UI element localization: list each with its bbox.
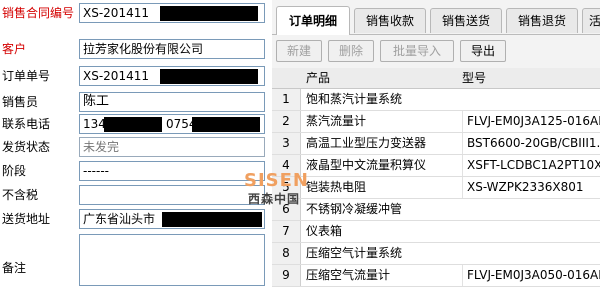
table-row[interactable]: 3高温工业型压力变送器 BST6600-20GB/CBIII1.6M <box>272 133 600 155</box>
export-button[interactable]: 导出 <box>460 40 506 62</box>
model-cell[interactable]: XS-WZPK2336X801 <box>462 177 600 198</box>
tab-sales-delivery[interactable]: 销售送货 <box>430 8 502 33</box>
delivery-status-value: 未发完 <box>83 140 120 154</box>
product-name-cell[interactable]: 饱和蒸汽计量系统 <box>306 89 456 110</box>
phone-field[interactable]: 134 0754 <box>79 114 265 134</box>
phone-value: 134 <box>83 117 106 131</box>
product-name-cell[interactable]: 压缩空气计量系统 <box>306 243 456 264</box>
order-no-value: XS-201411 <box>83 69 149 83</box>
model-cell[interactable]: XSFT-LCDBC1A2PT10X8 <box>462 155 600 176</box>
row-number: 8 <box>272 243 301 264</box>
contract-no-value: XS-201411 <box>83 6 149 20</box>
delivery-status-field[interactable]: 未发完 <box>79 137 265 157</box>
order-detail-grid: 产品 型号 1 饱和蒸汽计量系统 2 蒸汽流量计 FLVJ-EM0J3A125-016A… <box>272 68 600 287</box>
row-number: 9 <box>272 265 301 286</box>
contract-no-label: 销售合同编号 <box>2 6 75 20</box>
stage-select[interactable]: ------ <box>79 161 265 181</box>
salesperson-field[interactable]: 陈工 <box>79 92 265 112</box>
delete-button[interactable]: 删除 <box>328 40 374 62</box>
row-number: 1 <box>272 89 301 110</box>
tab-order-details[interactable]: 订单明细 <box>276 6 350 35</box>
product-name-cell[interactable]: 不锈钢冷凝缓冲管 <box>306 199 456 220</box>
product-name-cell[interactable]: 压缩空气流量计 <box>306 265 456 286</box>
tax-exclusive-field[interactable] <box>79 185 265 205</box>
model-cell[interactable]: BST6600-20GB/CBIII1.6M <box>462 133 600 154</box>
table-row[interactable]: 5 铠装热电阻 XS-WZPK2336X801 <box>272 177 600 199</box>
table-row[interactable]: 1 饱和蒸汽计量系统 <box>272 89 600 111</box>
product-name-cell[interactable]: 铠装热电阻 <box>306 177 456 198</box>
new-button[interactable]: 新建 <box>276 40 322 62</box>
redaction-mask <box>192 117 260 132</box>
batch-import-button[interactable]: 批量导入 <box>380 40 454 62</box>
model-column-header[interactable]: 型号 <box>462 68 486 88</box>
redaction-mask <box>104 117 162 132</box>
product-name-cell[interactable]: 液晶型中文流量积算仪 <box>306 155 456 176</box>
redaction-mask <box>162 212 262 227</box>
product-name-cell[interactable]: 蒸汽流量计 <box>306 111 456 132</box>
watermark-line-1: SISEN <box>244 170 309 191</box>
order-form: 销售合同编号 XS-201411 客户 拉芳家化股份有限公司 订单单号 XS-2… <box>0 0 270 286</box>
product-name-cell[interactable]: 仪表箱 <box>306 221 456 242</box>
customer-field[interactable]: 拉芳家化股份有限公司 <box>79 39 265 59</box>
model-cell[interactable]: FLVJ-EM0J3A050-016AD <box>462 265 600 286</box>
address-field[interactable]: 广东省汕头市 <box>79 209 265 229</box>
order-no-label: 订单单号 <box>2 69 51 83</box>
product-column-header[interactable]: 产品 <box>306 68 330 88</box>
contract-no-field[interactable]: XS-201411 <box>79 3 265 23</box>
detail-panel: 订单明细 销售收款 销售送货 销售退货 活 新建 删除 批量导入 导出 产品 型… <box>272 0 600 287</box>
grid-header: 产品 型号 <box>272 68 600 89</box>
address-value: 广东省汕头市 <box>83 212 156 226</box>
row-number: 7 <box>272 221 301 242</box>
phone-label: 联系电话 <box>2 117 51 131</box>
redaction-mask <box>160 6 258 21</box>
redaction-mask <box>160 69 258 84</box>
stage-label: 阶段 <box>2 164 27 178</box>
remarks-label: 备注 <box>2 261 27 275</box>
table-row[interactable]: 9 压缩空气流量计 FLVJ-EM0J3A050-016AD <box>272 265 600 287</box>
table-row[interactable]: 7 仪表箱 <box>272 221 600 243</box>
table-row[interactable]: 6 不锈钢冷凝缓冲管 <box>272 199 600 221</box>
stage-value: ------ <box>83 164 109 178</box>
salesperson-label: 销售员 <box>2 95 39 109</box>
customer-value: 拉芳家化股份有限公司 <box>83 42 204 56</box>
table-row[interactable]: 8 压缩空气计量系统 <box>272 243 600 265</box>
order-no-field[interactable]: XS-201411 <box>79 66 265 86</box>
row-number: 2 <box>272 111 301 132</box>
row-number: 3 <box>272 133 301 154</box>
sisen-watermark-logo: SISEN 西森中国 <box>244 170 314 206</box>
tab-more[interactable]: 活 <box>582 8 600 33</box>
remarks-textarea[interactable] <box>79 234 265 286</box>
table-row[interactable]: 2 蒸汽流量计 FLVJ-EM0J3A125-016AD <box>272 111 600 133</box>
watermark-line-2: 西森中国 <box>248 192 301 206</box>
tab-sales-receipts[interactable]: 销售收款 <box>354 8 426 33</box>
salesperson-value: 陈工 <box>83 94 110 109</box>
customer-label: 客户 <box>2 42 27 56</box>
table-row[interactable]: 4 液晶型中文流量积算仪 XSFT-LCDBC1A2PT10X8 <box>272 155 600 177</box>
product-name-cell[interactable]: 高温工业型压力变送器 <box>306 133 456 154</box>
model-cell[interactable]: FLVJ-EM0J3A125-016AD <box>462 111 600 132</box>
address-label: 送货地址 <box>2 212 51 226</box>
delivery-status-label: 发货状态 <box>2 140 51 154</box>
tab-sales-returns[interactable]: 销售退货 <box>506 8 578 33</box>
tab-bar: 订单明细 销售收款 销售送货 销售退货 活 <box>272 0 600 35</box>
grid-toolbar: 新建 删除 批量导入 导出 <box>272 38 600 64</box>
tax-exclusive-label: 不含税 <box>2 188 39 202</box>
